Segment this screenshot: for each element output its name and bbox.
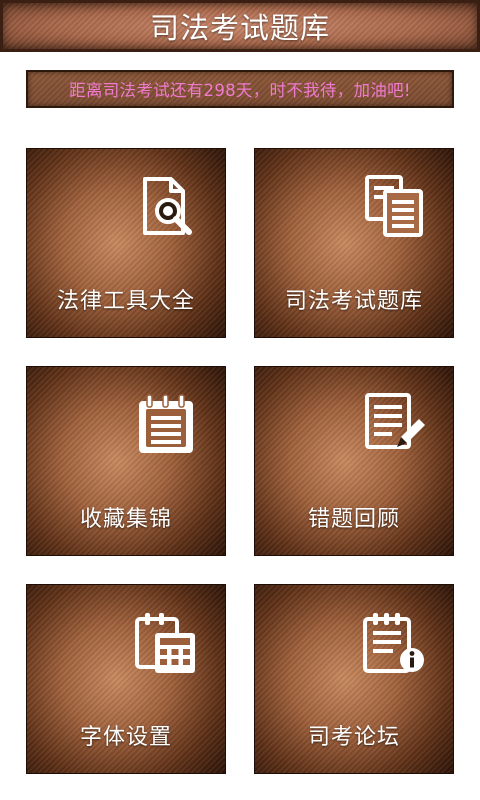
tile-mistake-review[interactable]: 错题回顾 xyxy=(254,366,454,556)
tile-label: 错题回顾 xyxy=(307,507,400,532)
tile-forum[interactable]: 司考论坛 xyxy=(254,584,454,774)
tile-exam-bank[interactable]: 司法考试题库 xyxy=(254,148,454,338)
document-search-icon xyxy=(143,177,192,235)
document-edit-icon xyxy=(365,393,425,449)
tile-label: 司法考试题库 xyxy=(284,289,423,314)
tile-label: 字体设置 xyxy=(79,725,172,750)
tile-font-settings[interactable]: 字体设置 xyxy=(26,584,226,774)
countdown-text: 距离司法考试还有298天，时不我待，加油吧! xyxy=(69,81,411,100)
page-title: 司法考试题库 xyxy=(149,11,330,45)
title-bar: 司法考试题库 xyxy=(0,0,480,52)
clipboard-info-icon xyxy=(363,613,424,673)
notepad-icon xyxy=(139,394,193,453)
documents-copy-icon xyxy=(365,175,423,237)
tile-legal-tools[interactable]: 法律工具大全 xyxy=(26,148,226,338)
tile-favorites[interactable]: 收藏集锦 xyxy=(26,366,226,556)
tile-label: 司考论坛 xyxy=(307,725,400,750)
countdown-banner: 距离司法考试还有298天，时不我待，加油吧! xyxy=(26,70,454,108)
tile-label: 法律工具大全 xyxy=(56,289,195,314)
calculator-clipboard-icon xyxy=(135,613,195,673)
tile-label: 收藏集锦 xyxy=(79,507,172,532)
